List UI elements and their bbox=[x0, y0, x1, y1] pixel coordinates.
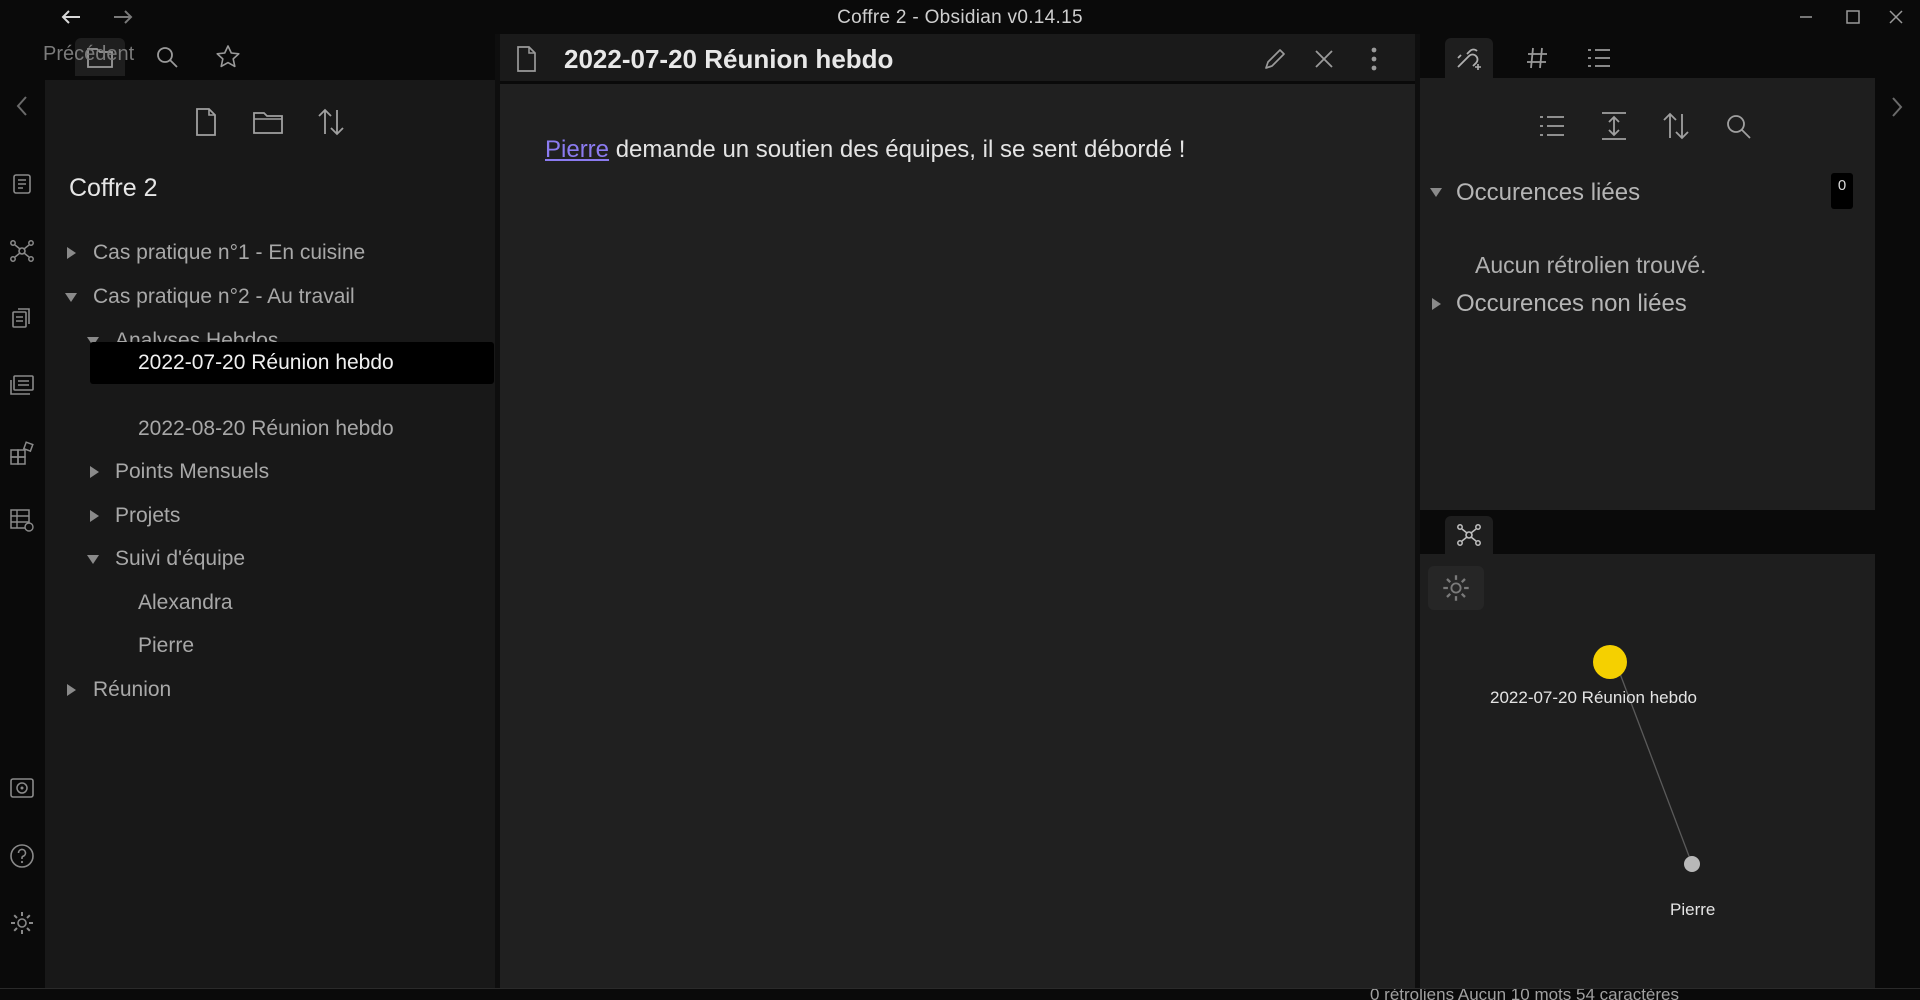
status-bar: 0 rétroliens Aucun 10 mots 54 caractères bbox=[0, 988, 1920, 1000]
explorer-actions bbox=[45, 102, 495, 144]
tree-file-pierre[interactable]: Pierre bbox=[45, 625, 495, 667]
file-icon bbox=[516, 45, 538, 73]
tags-tab-icon[interactable] bbox=[1513, 38, 1561, 78]
right-sidebar: Occurences liées 0 Aucun rétrolien trouv… bbox=[1420, 34, 1875, 988]
tree-folder-cas-pratique-1[interactable]: Cas pratique n°1 - En cuisine bbox=[45, 232, 495, 274]
sort-icon[interactable] bbox=[311, 102, 351, 142]
sidebar-tab-bar: Précédent bbox=[43, 34, 495, 80]
search-tab-icon[interactable] bbox=[142, 38, 192, 76]
backlinks-pane: Occurences liées 0 Aucun rétrolien trouv… bbox=[1420, 78, 1875, 510]
title-bar: Coffre 2 - Obsidian v0.14.15 bbox=[0, 0, 1920, 34]
graph-node-pierre[interactable] bbox=[1684, 856, 1700, 872]
tree-label: Projets bbox=[115, 504, 181, 527]
no-backlinks-text: Aucun rétrolien trouvé. bbox=[1475, 252, 1707, 278]
tree-file-2022-07-20[interactable]: 2022-07-20 Réunion hebdo bbox=[90, 342, 494, 384]
sort-order-icon[interactable] bbox=[1658, 108, 1694, 144]
collapse-left-icon[interactable] bbox=[8, 92, 36, 120]
outline-tab-icon[interactable] bbox=[1575, 38, 1623, 78]
tree-label: 2022-08-20 Réunion hebdo bbox=[138, 417, 394, 440]
tree-folder-suivi-equipe[interactable]: Suivi d'équipe bbox=[45, 538, 495, 580]
window-title: Coffre 2 - Obsidian v0.14.15 bbox=[837, 7, 1083, 28]
new-note-icon[interactable] bbox=[186, 102, 226, 142]
graph-node-label-current: 2022-07-20 Réunion hebdo bbox=[1490, 688, 1698, 707]
search-filter-icon[interactable] bbox=[1720, 108, 1756, 144]
internal-link-pierre[interactable]: Pierre bbox=[545, 136, 609, 163]
note-text: demande un soutien des équipes, il se se… bbox=[609, 136, 1186, 163]
editor-pane: 2022-07-20 Réunion hebdo Pierre demande … bbox=[500, 34, 1415, 988]
editor-header: 2022-07-20 Réunion hebdo bbox=[500, 34, 1415, 84]
note-title[interactable]: 2022-07-20 Réunion hebdo bbox=[564, 44, 893, 75]
collapse-results-icon[interactable] bbox=[1534, 108, 1570, 144]
help-icon[interactable] bbox=[8, 842, 36, 870]
linked-mentions-label: Occurences liées bbox=[1456, 179, 1641, 206]
tree-label: Cas pratique n°1 - En cuisine bbox=[93, 241, 366, 264]
graph-node-label-pierre: Pierre bbox=[1670, 900, 1716, 919]
maximize-icon[interactable] bbox=[1835, 4, 1871, 30]
graph-view-icon[interactable] bbox=[8, 237, 36, 265]
collapsed-arrow-icon bbox=[67, 684, 76, 696]
show-context-icon[interactable] bbox=[1596, 108, 1632, 144]
templates-icon[interactable] bbox=[8, 304, 36, 332]
tree-file-alexandra[interactable]: Alexandra bbox=[45, 582, 495, 624]
tooltip-previous: Précédent bbox=[43, 42, 135, 65]
tree-label: Suivi d'équipe bbox=[115, 547, 246, 570]
tree-label: Points Mensuels bbox=[115, 460, 270, 483]
more-options-icon[interactable] bbox=[1357, 42, 1391, 76]
tree-label: Réunion bbox=[93, 678, 172, 701]
linked-count-badge: 0 bbox=[1831, 173, 1853, 209]
left-ribbon bbox=[0, 34, 45, 988]
graph-tab-bar bbox=[1420, 510, 1875, 554]
collapsed-arrow-icon bbox=[1432, 298, 1441, 310]
tree-folder-points-mensuels[interactable]: Points Mensuels bbox=[45, 451, 495, 493]
unlinked-mentions-label: Occurences non liées bbox=[1456, 290, 1687, 317]
graph-node-current[interactable] bbox=[1593, 645, 1627, 679]
table-settings-icon[interactable] bbox=[8, 506, 36, 534]
close-window-icon[interactable] bbox=[1878, 4, 1914, 30]
backlinks-tab-icon[interactable] bbox=[1445, 38, 1493, 78]
collapsed-arrow-icon bbox=[67, 247, 76, 259]
close-note-icon[interactable] bbox=[1307, 42, 1341, 76]
edit-pencil-icon[interactable] bbox=[1258, 42, 1292, 76]
tree-label: Pierre bbox=[138, 634, 195, 657]
expanded-arrow-icon bbox=[1430, 188, 1442, 197]
quick-switcher-icon[interactable] bbox=[8, 170, 36, 198]
tree-folder-reunion[interactable]: Réunion bbox=[45, 669, 495, 711]
expand-right-icon[interactable] bbox=[1890, 96, 1904, 118]
vault-name: Coffre 2 bbox=[69, 174, 158, 202]
vault-switcher-icon[interactable] bbox=[8, 774, 36, 802]
slides-icon[interactable] bbox=[8, 371, 36, 399]
linked-mentions-header[interactable]: Occurences liées bbox=[1430, 176, 1640, 210]
collapsed-arrow-icon bbox=[90, 466, 99, 478]
plugins-icon[interactable] bbox=[8, 439, 36, 467]
status-text: 0 rétroliens Aucun 10 mots 54 caractères bbox=[1370, 988, 1679, 1000]
expanded-arrow-icon bbox=[65, 292, 77, 302]
local-graph-pane[interactable]: 2022-07-20 Réunion hebdo Pierre bbox=[1420, 554, 1875, 988]
right-ribbon bbox=[1875, 34, 1920, 988]
tree-file-2022-08-20[interactable]: 2022-08-20 Réunion hebdo bbox=[45, 408, 495, 450]
starred-tab-icon[interactable] bbox=[203, 38, 253, 76]
file-explorer-pane: Précédent Coffre 2 Cas pratique n°1 - En… bbox=[43, 34, 495, 988]
local-graph-tab-icon[interactable] bbox=[1445, 516, 1493, 554]
tree-label: 2022-07-20 Réunion hebdo bbox=[138, 351, 394, 374]
note-content[interactable]: Pierre demande un soutien des équipes, i… bbox=[545, 136, 1185, 164]
expanded-arrow-icon bbox=[87, 554, 99, 564]
tree-label: Cas pratique n°2 - Au travail bbox=[93, 285, 355, 308]
tree-label: Alexandra bbox=[138, 591, 233, 614]
new-folder-icon[interactable] bbox=[248, 102, 288, 142]
settings-gear-icon[interactable] bbox=[8, 909, 36, 937]
tree-folder-cas-pratique-2[interactable]: Cas pratique n°2 - Au travail bbox=[45, 276, 495, 318]
graph-canvas[interactable] bbox=[1420, 554, 1875, 988]
minimize-icon[interactable] bbox=[1788, 4, 1824, 30]
collapsed-arrow-icon bbox=[90, 510, 99, 522]
tree-folder-projets[interactable]: Projets bbox=[45, 495, 495, 537]
unlinked-mentions-header[interactable]: Occurences non liées bbox=[1430, 287, 1687, 321]
right-tab-bar bbox=[1420, 34, 1875, 78]
